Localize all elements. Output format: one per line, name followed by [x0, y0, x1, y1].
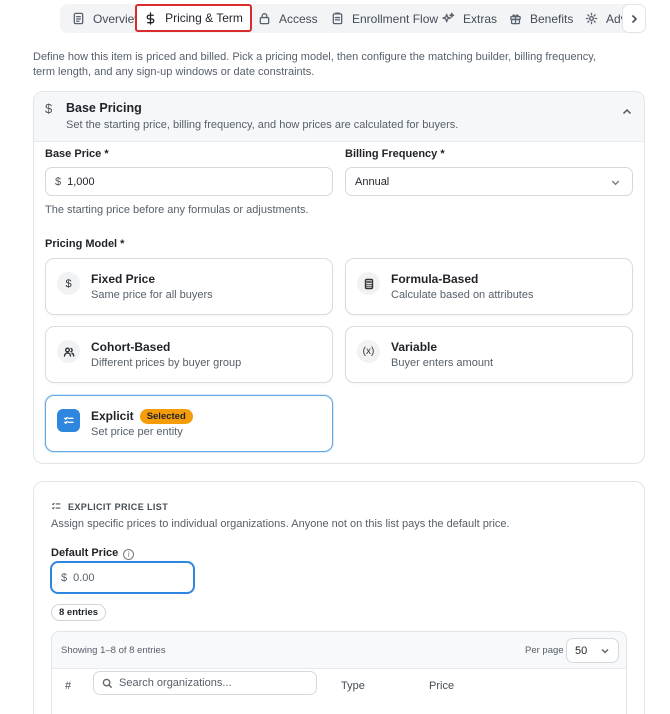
per-page-label: Per page	[525, 645, 564, 656]
price-list-table: Showing 1–8 of 8 entries Per page 50 # S…	[51, 631, 627, 714]
pricing-model-title: Variable	[391, 340, 438, 354]
default-price-label: Default Price	[51, 547, 119, 559]
currency-symbol: $	[61, 571, 68, 584]
explicit-price-list-title-text: EXPLICIT PRICE LIST	[68, 501, 169, 512]
tab-access-label: Access	[279, 11, 318, 26]
search-placeholder: Search organizations...	[119, 677, 232, 689]
pricing-model-subtitle: Calculate based on attributes	[391, 289, 534, 301]
page-description: Define how this item is priced and bille…	[33, 51, 596, 78]
pricing-model-subtitle: Different prices by buyer group	[91, 357, 242, 369]
chevron-down-icon	[611, 180, 620, 186]
pricing-model-title-row: Explicit Selected	[91, 409, 193, 424]
chevron-up-icon[interactable]	[621, 106, 633, 118]
base-pricing-card: $ Base Pricing Set the starting price, b…	[33, 91, 645, 464]
pricing-model-explicit[interactable]: Explicit Selected Set price per entity	[45, 395, 333, 452]
base-pricing-subtitle: Set the starting price, billing frequenc…	[66, 119, 459, 131]
pricing-model-subtitle: Set price per entity	[91, 426, 183, 438]
search-icon	[102, 678, 113, 688]
dollar-icon	[146, 11, 155, 25]
clipboard-icon	[332, 12, 343, 25]
billing-frequency-select[interactable]: Annual	[345, 167, 633, 196]
users-icon	[57, 340, 80, 363]
default-price-label-row: Default Price i	[51, 547, 135, 560]
pricing-model-variable[interactable]: (x) Variable Buyer enters amount	[345, 326, 633, 383]
billing-frequency-label: Billing Frequency *	[345, 148, 445, 160]
tab-benefits-label: Benefits	[530, 11, 574, 26]
gift-icon	[510, 14, 521, 25]
base-price-help: The starting price before any formulas o…	[45, 204, 309, 216]
tab-advanced-label: Adv	[606, 11, 623, 26]
currency-symbol: $	[55, 175, 62, 188]
base-price-input[interactable]: $ 1,000	[45, 167, 333, 196]
pricing-model-subtitle: Same price for all buyers	[91, 289, 213, 301]
per-page-value: 50	[575, 644, 588, 657]
table-toolbar: Showing 1–8 of 8 entries Per page 50	[52, 632, 626, 669]
tab-enrollment-flow-label: Enrollment Flow	[352, 11, 439, 26]
tabs-scroll-right-button[interactable]	[622, 4, 646, 33]
chevron-down-icon	[601, 648, 609, 654]
pricing-model-title: Formula-Based	[391, 272, 479, 286]
base-price-value: 1,000	[67, 175, 95, 188]
tab-pricing-term-label: Pricing & Term	[165, 11, 243, 25]
default-price-placeholder: 0.00	[73, 571, 95, 584]
per-page-select[interactable]: 50	[566, 638, 619, 663]
pricing-model-title: Cohort-Based	[91, 340, 171, 354]
pricing-model-fixed[interactable]: $ Fixed Price Same price for all buyers	[45, 258, 333, 315]
checklist-icon	[57, 409, 80, 432]
tab-advanced[interactable]: Adv	[585, 4, 623, 33]
checklist-icon	[51, 502, 61, 510]
explicit-price-list-title: EXPLICIT PRICE LIST	[51, 501, 168, 512]
base-pricing-title: Base Pricing	[66, 101, 142, 115]
selected-badge: Selected	[139, 409, 193, 424]
tab-benefits[interactable]: Benefits	[509, 4, 573, 33]
pricing-model-cohort[interactable]: Cohort-Based Different prices by buyer g…	[45, 326, 333, 383]
showing-count: Showing 1–8 of 8 entries	[61, 645, 166, 656]
variable-icon: (x)	[357, 340, 380, 363]
column-header-number: #	[65, 680, 72, 692]
pricing-model-title: Explicit	[91, 409, 134, 423]
base-pricing-header[interactable]: $ Base Pricing Set the starting price, b…	[34, 92, 644, 142]
pricing-model-title: Fixed Price	[91, 272, 156, 286]
tab-enrollment-flow[interactable]: Enrollment Flow	[331, 4, 438, 33]
document-icon	[73, 12, 84, 25]
info-icon[interactable]: i	[123, 549, 135, 560]
tab-overview[interactable]: Overview	[72, 4, 143, 33]
sparkles-icon	[442, 12, 455, 23]
column-header-type: Type	[341, 680, 365, 692]
chevron-right-icon	[631, 14, 638, 23]
gear-icon	[585, 12, 598, 25]
default-price-input[interactable]: $ 0.00	[50, 561, 195, 594]
entries-count-badge: 8 entries	[51, 604, 107, 621]
dollar-icon: $	[45, 101, 53, 116]
search-organizations-input[interactable]: Search organizations...	[93, 671, 317, 695]
dollar-icon: $	[57, 272, 80, 295]
tab-access[interactable]: Access	[258, 4, 318, 33]
explicit-price-list-subtitle: Assign specific prices to individual org…	[51, 518, 510, 530]
tab-pricing-term[interactable]: Pricing & Term	[135, 4, 252, 32]
billing-frequency-value: Annual	[355, 175, 390, 188]
lock-icon	[259, 13, 270, 25]
tab-extras[interactable]: Extras	[442, 4, 497, 33]
calculator-icon	[357, 272, 380, 295]
base-price-label: Base Price *	[45, 148, 109, 160]
tab-extras-label: Extras	[463, 11, 498, 26]
pricing-model-label: Pricing Model *	[45, 238, 125, 250]
column-header-price: Price	[429, 680, 455, 692]
pricing-model-formula[interactable]: Formula-Based Calculate based on attribu…	[345, 258, 633, 315]
explicit-price-list-card: EXPLICIT PRICE LIST Assign specific pric…	[33, 481, 645, 714]
pricing-model-subtitle: Buyer enters amount	[391, 357, 494, 369]
